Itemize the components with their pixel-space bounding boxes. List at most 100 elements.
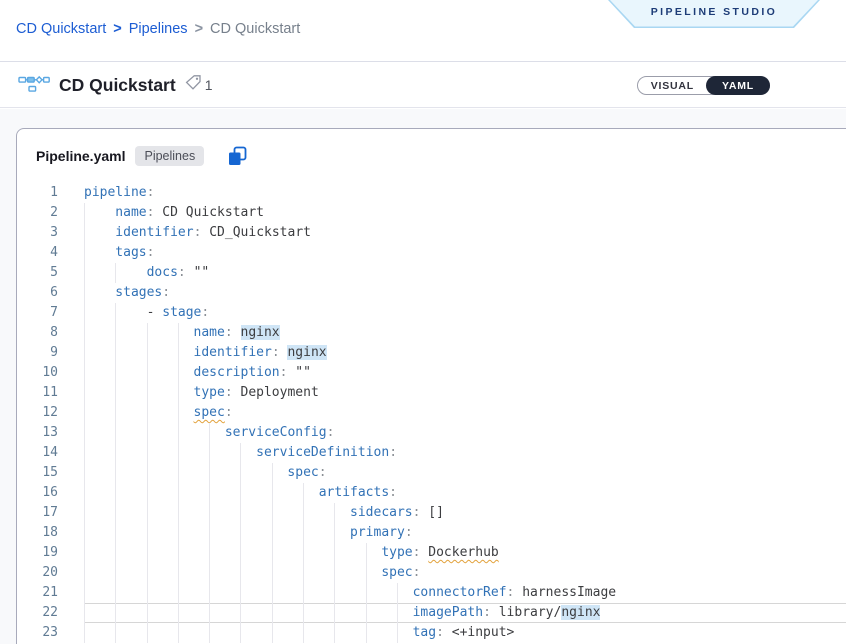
code-line-content[interactable]: tag: <+input> [84,623,846,643]
code-line[interactable]: 12spec: [17,403,846,423]
code-line-content[interactable]: type: Deployment [84,383,846,403]
indent-guide [84,503,115,523]
indent-guide [178,603,209,623]
indent-guide [178,423,209,443]
code-line-content[interactable]: imagePath: library/nginx [84,603,846,623]
code-line[interactable]: 17 sidecars: [] [17,503,846,523]
code-line-content[interactable]: identifier: CD_Quickstart [84,223,846,243]
breadcrumb-project-link[interactable]: CD Quickstart [16,21,106,37]
code-token: Deployment [241,385,319,400]
code-line[interactable]: 14serviceDefinition: [17,443,846,463]
code-token: description [194,365,280,380]
indent-guide [115,563,146,583]
code-line-content[interactable]: serviceDefinition: [84,443,846,463]
code-line-content[interactable]: description: "" [84,363,846,383]
indent-guide [272,583,303,603]
code-line[interactable]: 18primary: [17,523,846,543]
indent-guide [209,603,240,623]
code-line[interactable]: 21connectorRef: harnessImage [17,583,846,603]
line-number: 13 [17,423,58,443]
indent-guide [272,523,303,543]
code-line[interactable]: 11type: Deployment [17,383,846,403]
code-token: primary [350,525,405,540]
indent-guide [240,563,271,583]
indent-guide [240,503,271,523]
indent-guide [147,423,178,443]
indent-guide [178,463,209,483]
code-line-content[interactable]: docs: "" [84,263,846,283]
indent-guide [209,483,240,503]
indent-guide [115,363,146,383]
code-line-content[interactable]: tags: [84,243,846,263]
line-number: 6 [17,283,58,303]
line-number: 17 [17,503,58,523]
code-line-content[interactable]: serviceConfig: [84,423,846,443]
code-token: : [178,265,194,280]
tag-count-group: 1 [185,74,213,96]
code-line-content[interactable]: name: nginx [84,323,846,343]
code-line-content[interactable]: connectorRef: harnessImage [84,583,846,603]
code-line[interactable]: 1pipeline: [17,183,846,203]
indent-guide [115,603,146,623]
code-line[interactable]: 5docs: "" [17,263,846,283]
code-line-content[interactable]: sidecars: [] [84,503,846,523]
indent-guide [209,443,240,463]
code-token: CD_Quickstart [209,225,311,240]
code-token: : [147,185,155,200]
code-line-content[interactable]: spec: [84,403,846,423]
code-line[interactable]: 10description: "" [17,363,846,383]
code-line-content[interactable]: primary: [84,523,846,543]
indent-guide [366,623,397,643]
code-line[interactable]: 3identifier: CD_Quickstart [17,223,846,243]
visual-yaml-toggle: VISUAL YAML [637,76,770,95]
code-line[interactable]: 2name: CD Quickstart [17,203,846,223]
toggle-visual-button[interactable]: VISUAL [638,77,707,94]
code-line-content[interactable]: spec: [84,563,846,583]
code-line-content[interactable]: identifier: nginx [84,343,846,363]
indent-guide [178,343,194,363]
code-token: : [280,365,296,380]
code-token: : [327,425,335,440]
code-token: : [413,545,429,560]
code-token: : [225,405,233,420]
code-line[interactable]: 4tags: [17,243,846,263]
code-line[interactable]: 23tag: <+input> [17,623,846,643]
code-line[interactable]: 6 stages: [17,283,846,303]
indent-guide [209,423,225,443]
code-line[interactable]: 22imagePath: library/nginx [17,603,846,623]
code-line-content[interactable]: pipeline: [84,183,846,203]
code-line-content[interactable]: spec: [84,463,846,483]
indent-guide [303,523,334,543]
indent-guide [272,503,303,523]
toggle-yaml-button[interactable]: YAML [706,76,770,95]
indent-guide [115,543,146,563]
file-name-label: Pipeline.yaml [36,148,125,164]
code-line-content[interactable]: type: Dockerhub [84,543,846,563]
pipeline-title-bar: CD Quickstart 1 VISUAL YAML [0,63,846,108]
code-line[interactable]: 16artifacts: [17,483,846,503]
indent-guide [240,623,271,643]
pipeline-studio-label: PIPELINE STUDIO [651,0,777,18]
code-line-content[interactable]: artifacts: [84,483,846,503]
code-line-content[interactable]: stages: [84,283,846,303]
yaml-code-editor[interactable]: 1pipeline:2name: CD Quickstart3identifie… [17,183,846,643]
code-line[interactable]: 7- stage: [17,303,846,323]
code-line[interactable]: 8name: nginx [17,323,846,343]
code-line[interactable]: 9identifier: nginx [17,343,846,363]
indent-guide [147,443,178,463]
code-line[interactable]: 19type: Dockerhub [17,543,846,563]
indent-guide [272,603,303,623]
indent-guide [303,543,334,563]
indent-guide [240,603,271,623]
code-line-content[interactable]: - stage: [84,303,846,323]
code-line[interactable]: 20spec: [17,563,846,583]
code-line[interactable]: 15spec: [17,463,846,483]
code-token: : [319,465,327,480]
indent-guide [84,463,115,483]
indent-guide [366,583,397,603]
breadcrumb-pipelines-link[interactable]: Pipelines [129,21,188,37]
indent-guide [147,323,178,343]
code-line[interactable]: 13 serviceConfig: [17,423,846,443]
code-line-content[interactable]: name: CD Quickstart [84,203,846,223]
copy-icon[interactable] [226,145,249,168]
